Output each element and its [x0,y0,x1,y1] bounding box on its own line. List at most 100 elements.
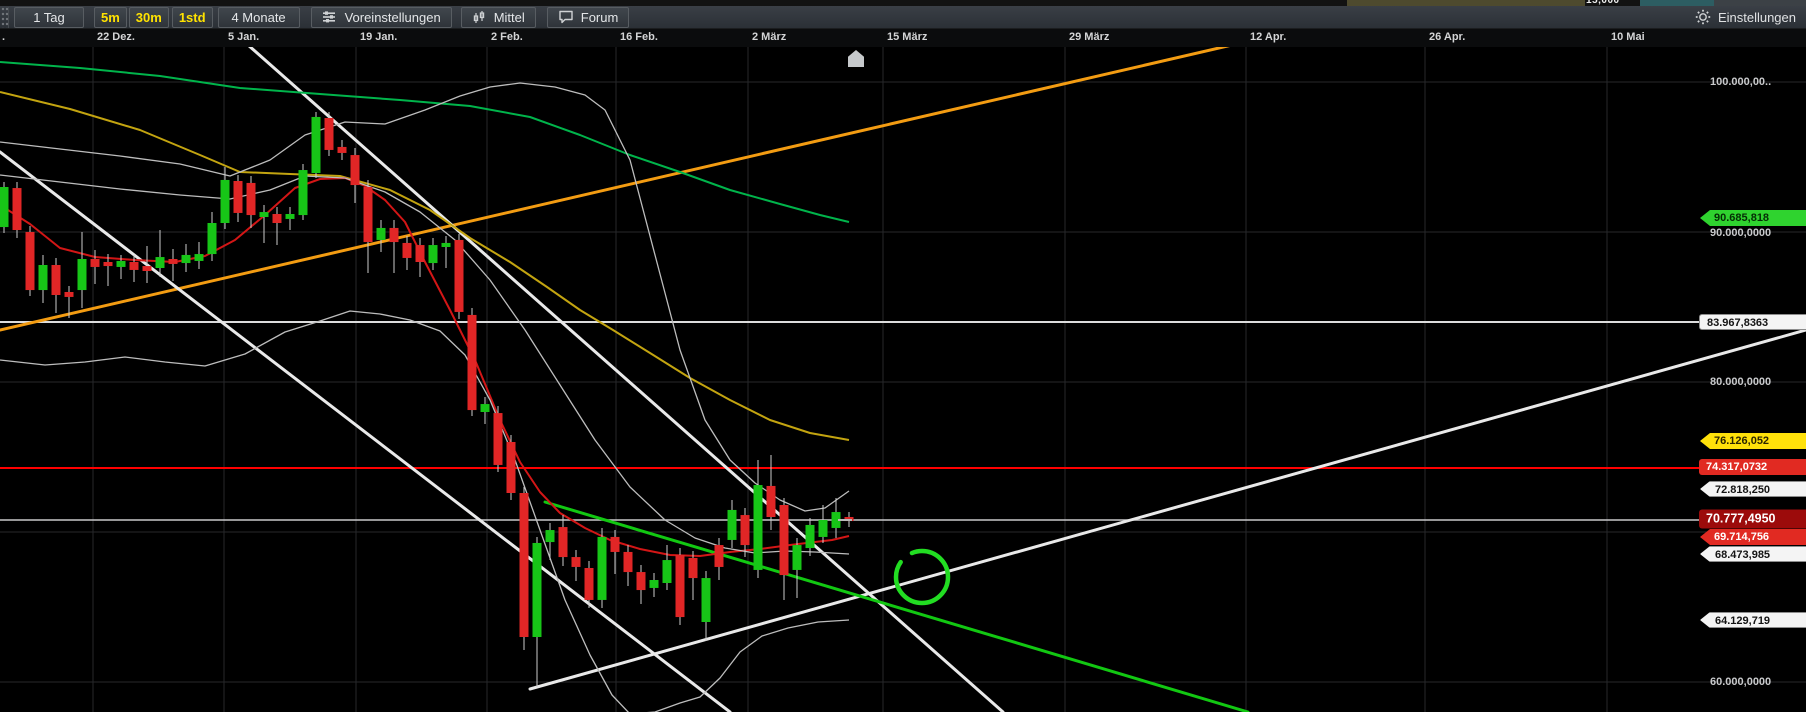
sliders-icon [322,10,338,24]
date-label: 12 Apr. [1250,31,1287,43]
candle-down [90,259,100,267]
candle-up [311,116,321,174]
toolbar-drag-handle[interactable] [1,6,9,28]
candle-down [779,505,789,576]
candle-down [415,245,425,262]
candle-down [584,568,594,600]
range-button-4monate[interactable]: 4 Monate [217,6,300,28]
bollinger-lower [0,310,850,712]
candle-down [454,239,464,312]
candle-up [194,254,204,261]
gear-icon [1695,9,1711,25]
bollinger-upper [0,82,850,512]
candle-up [597,536,607,600]
candle-up [818,520,828,537]
candle-up [38,265,48,291]
date-label: 2 März [752,31,787,43]
candle-up [662,560,672,583]
candle-down [142,266,152,271]
plot-area [0,47,1806,712]
timeframe-button-1tag[interactable]: 1 Tag [14,6,84,28]
candle-down [12,188,22,231]
candle-up [792,545,802,570]
candle-up [441,242,451,247]
date-label: 19 Jan. [360,31,398,43]
background-strip-segment [1640,0,1714,6]
green-ma [0,61,850,223]
button-label: 5m [101,9,120,25]
mittel-button[interactable]: Mittel [460,6,536,28]
candle-up [532,542,542,637]
candle-up [220,179,230,223]
candle-down [389,227,399,243]
background-strip-segment [1347,0,1585,6]
candle-up [116,260,126,267]
forum-button[interactable]: Forum [546,6,630,28]
candle-down [233,181,243,213]
candle-up [298,170,308,216]
candle-up [649,580,659,588]
candle-down [103,262,113,267]
timeframe-button-30m[interactable]: 30m [128,6,169,28]
candle-down [766,485,776,517]
button-label: Einstellungen [1717,9,1796,25]
date-axis[interactable]: . 22 Dez. 5 Jan. 19 Jan. 2 Feb. 16 Feb. 2 März… [0,29,1806,47]
candle-down [25,232,35,291]
timeframe-button-1std[interactable]: 1std [171,6,213,28]
white-channel-lower [247,47,1005,712]
chart-canvas[interactable] [0,0,1806,712]
candle-up [428,245,438,264]
candle-up [155,257,165,268]
date-label: 15 März [887,31,928,43]
timeframe-button-5m[interactable]: 5m [94,6,127,28]
candle-up [701,578,711,622]
candle-down [51,265,61,295]
date-label: . [2,31,6,43]
candle-down [610,536,620,552]
white-support-rising [528,328,1806,691]
candle-series [0,112,854,687]
candle-down [558,527,568,558]
candle-down [168,259,178,264]
voreinstellungen-button[interactable]: Voreinstellungen [310,6,452,28]
button-label: 30m [135,9,162,25]
candle-down [337,146,347,153]
candle-up [0,187,9,228]
candle-up [181,254,191,264]
candle-down [688,557,698,579]
date-label: 5 Jan. [228,31,260,43]
red-ma [0,177,850,557]
candle-down [623,551,633,573]
green-trendline [543,500,1250,712]
candle-down [519,493,529,637]
candle-up [285,214,295,219]
candle-up [259,212,269,217]
date-label: 22 Dez. [97,31,135,43]
candle-down [363,187,373,243]
candle-up [376,227,386,240]
button-label: Mittel [493,9,525,25]
candle-up [77,259,87,291]
candle-down [129,262,139,270]
candle-down [571,557,581,567]
candle-down [402,242,412,258]
button-label: 1 Tag [33,9,65,25]
candle-down [246,182,256,216]
background-window-strip: 15,000 [0,0,1806,6]
candle-down [636,572,646,591]
date-label: 10 Mai [1611,31,1645,43]
candle-down [740,515,750,546]
candle-down [324,118,334,150]
annotation-circle [893,548,951,606]
button-label: 4 Monate [231,9,286,25]
settings-button[interactable]: Einstellungen [1695,9,1796,25]
candle-up [545,530,555,543]
date-label: 29 März [1069,31,1110,43]
candle-up [753,485,763,570]
candle-down [350,155,360,186]
candle-down [64,292,74,297]
background-strip-segment [1714,0,1806,6]
button-label: Forum [580,9,619,25]
date-label: 2 Feb. [491,31,523,43]
candle-down [467,314,477,411]
